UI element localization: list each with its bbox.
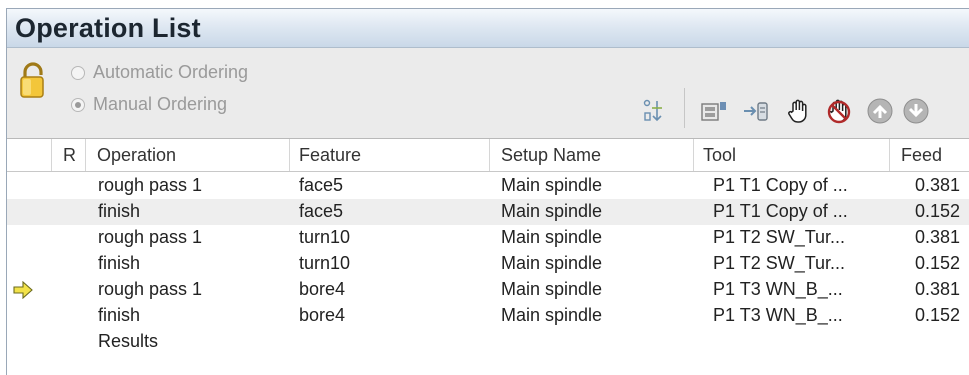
automatic-ordering-radio[interactable] <box>71 65 85 80</box>
manual-ordering-option[interactable]: Manual Ordering <box>71 94 227 115</box>
column-separator <box>489 139 490 171</box>
cell-operation: Results <box>98 331 159 351</box>
move-down-icon <box>903 98 929 124</box>
cell-feature: turn10 <box>299 253 351 273</box>
cell-setup-name: Main spindle <box>501 201 603 221</box>
cell-tool: P1 T1 Copy of ... <box>713 201 848 221</box>
cell-feature: turn10 <box>299 227 351 247</box>
panel-title-bar: Operation List <box>7 9 969 48</box>
move-down-button[interactable] <box>901 96 931 126</box>
move-to-button[interactable] <box>742 96 772 126</box>
cell-tool: P1 T1 Copy of ... <box>713 175 848 195</box>
table-row[interactable]: rough pass 1 face5 Main spindle P1 T1 Co… <box>7 173 969 199</box>
manual-ordering-radio[interactable] <box>71 97 85 112</box>
cell-feed: 0.381 <box>915 227 961 247</box>
column-separator <box>51 139 52 171</box>
cell-feed: 0.152 <box>915 201 961 221</box>
column-header-feed[interactable]: Feed <box>901 145 942 166</box>
column-header-setup-name[interactable]: Setup Name <box>501 145 601 166</box>
cell-setup-name: Main spindle <box>501 305 603 325</box>
cell-feed: 0.381 <box>915 279 961 299</box>
automatic-ordering-option[interactable]: Automatic Ordering <box>71 62 248 83</box>
table-row-current[interactable]: rough pass 1 bore4 Main spindle P1 T3 WN… <box>7 277 969 303</box>
cell-setup-name: Main spindle <box>501 227 603 247</box>
cell-tool: P1 T3 WN_B_... <box>713 279 843 299</box>
column-header-r[interactable]: R <box>63 145 76 166</box>
cell-tool: P1 T2 SW_Tur... <box>713 227 846 247</box>
move-to-icon <box>744 102 768 121</box>
grid-header: R Operation Feature Setup Name Tool Feed <box>7 139 969 172</box>
cell-operation: rough pass 1 <box>98 227 203 247</box>
column-separator <box>85 139 86 171</box>
sort-button[interactable] <box>637 96 667 126</box>
cell-setup-name: Main spindle <box>501 253 603 273</box>
lock-icon[interactable] <box>13 60 53 100</box>
move-up-button[interactable] <box>865 96 895 126</box>
table-row[interactable]: finish face5 Main spindle P1 T1 Copy of … <box>7 199 969 225</box>
release-button[interactable] <box>824 96 854 126</box>
cell-operation: rough pass 1 <box>98 279 203 299</box>
cell-feed: 0.152 <box>915 305 961 325</box>
cell-feed: 0.152 <box>915 253 961 273</box>
table-row-results[interactable]: Results <box>7 329 969 355</box>
column-separator <box>693 139 694 171</box>
manual-ordering-label: Manual Ordering <box>93 94 228 114</box>
cell-feature: face5 <box>299 201 344 221</box>
cell-setup-name: Main spindle <box>501 279 603 299</box>
table-row[interactable]: finish turn10 Main spindle P1 T2 SW_Tur.… <box>7 251 969 277</box>
column-header-tool[interactable]: Tool <box>703 145 736 166</box>
column-separator <box>889 139 890 171</box>
cell-operation: finish <box>98 253 141 273</box>
cell-feed: 0.381 <box>915 175 961 195</box>
column-separator <box>289 139 290 171</box>
no-hand-icon <box>827 99 851 124</box>
current-row-arrow-icon <box>13 281 33 299</box>
sort-icon <box>643 99 662 122</box>
cell-feature: face5 <box>299 175 344 195</box>
cell-tool: P1 T3 WN_B_... <box>713 305 843 325</box>
cell-tool: P1 T2 SW_Tur... <box>713 253 846 273</box>
toolbar-separator <box>684 88 685 128</box>
post-button[interactable] <box>700 96 730 126</box>
operation-list-panel: Operation List Automatic Ordering Manual… <box>6 8 969 375</box>
toolbar: Automatic Ordering Manual Ordering <box>7 48 969 139</box>
cell-setup-name: Main spindle <box>501 175 603 195</box>
table-row[interactable]: rough pass 1 turn10 Main spindle P1 T2 S… <box>7 225 969 251</box>
cell-operation: rough pass 1 <box>98 175 203 195</box>
cell-operation: finish <box>98 305 141 325</box>
cell-operation: finish <box>98 201 141 221</box>
panel-title: Operation List <box>15 13 201 43</box>
cell-feature: bore4 <box>299 279 346 299</box>
move-up-icon <box>867 98 893 124</box>
hand-button[interactable] <box>784 96 814 126</box>
automatic-ordering-label: Automatic Ordering <box>93 62 249 82</box>
hand-icon <box>788 99 807 123</box>
column-header-feature[interactable]: Feature <box>299 145 361 166</box>
post-icon <box>701 102 726 121</box>
cell-feature: bore4 <box>299 305 346 325</box>
table-row[interactable]: finish bore4 Main spindle P1 T3 WN_B_...… <box>7 303 969 329</box>
column-header-operation[interactable]: Operation <box>97 145 176 166</box>
